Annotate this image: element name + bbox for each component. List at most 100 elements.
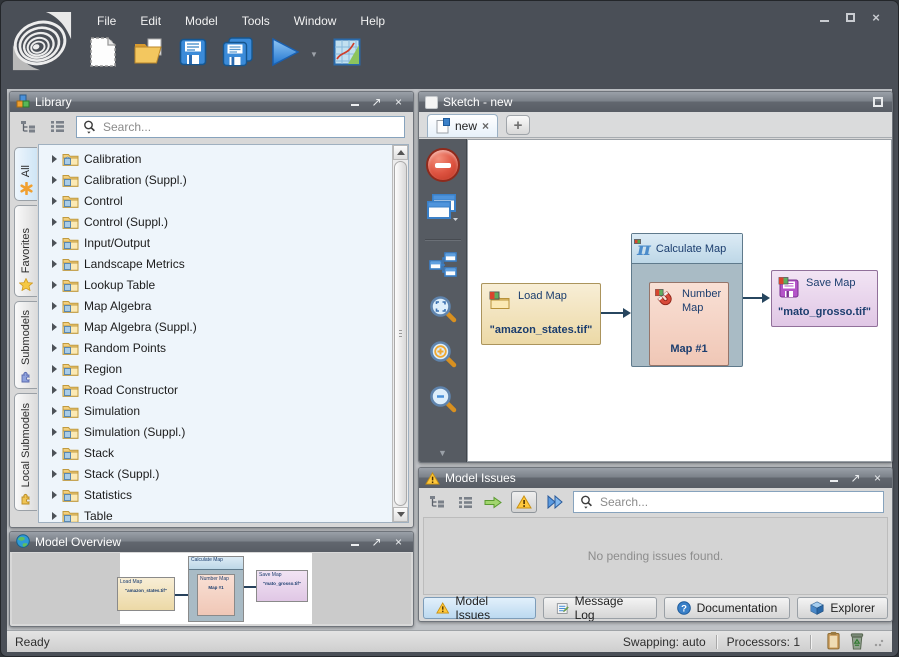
menu-window[interactable]: Window <box>282 11 349 31</box>
expander-icon[interactable] <box>52 512 57 520</box>
tree-item[interactable]: Table <box>39 505 392 522</box>
tools-overflow-caret[interactable]: ▼ <box>438 448 447 458</box>
model-overview-canvas[interactable]: Load Map "amazon_states.tif" Calculate M… <box>12 553 411 624</box>
remove-functor-button[interactable] <box>426 148 460 182</box>
save-map-node[interactable]: Save Map "mato_grosso.tif" <box>771 270 878 327</box>
tree-item[interactable]: Region <box>39 358 392 379</box>
menu-model[interactable]: Model <box>173 11 230 31</box>
map-viewer-button[interactable] <box>333 38 361 71</box>
tab-local-submodels[interactable]: Local Submodels <box>14 393 37 511</box>
scrollbar-thumb[interactable] <box>394 161 407 506</box>
list-view-button[interactable] <box>47 117 67 137</box>
tab-documentation[interactable]: ? Documentation <box>664 597 791 619</box>
auto-arrange-button[interactable] <box>429 252 457 283</box>
expander-icon[interactable] <box>52 428 57 436</box>
expander-icon[interactable] <box>52 407 57 415</box>
tab-close-icon[interactable]: × <box>482 119 489 133</box>
tree-item[interactable]: Simulation <box>39 400 392 421</box>
tree-view-button[interactable] <box>18 117 38 137</box>
issues-float-button[interactable]: ↗ <box>847 471 864 486</box>
show-warnings-toggle[interactable] <box>511 491 537 513</box>
menu-file[interactable]: File <box>85 11 128 31</box>
scroll-down-icon[interactable] <box>393 507 408 522</box>
load-map-node[interactable]: Load Map "amazon_states.tif" <box>481 283 601 345</box>
expander-icon[interactable] <box>52 470 57 478</box>
expander-icon[interactable] <box>52 155 57 163</box>
run-model-button[interactable] <box>269 36 301 73</box>
tab-model-issues[interactable]: Model Issues <box>423 597 536 619</box>
expander-icon[interactable] <box>52 344 57 352</box>
log-clipboard-button[interactable] <box>826 631 841 653</box>
tree-item[interactable]: Stack (Suppl.) <box>39 463 392 484</box>
model-issues-titlebar[interactable]: Model Issues ↗ × <box>419 468 892 488</box>
tree-item[interactable]: Road Constructor <box>39 379 392 400</box>
expander-icon[interactable] <box>52 449 57 457</box>
tree-item[interactable]: Stack <box>39 442 392 463</box>
expander-icon[interactable] <box>52 260 57 268</box>
library-float-button[interactable]: ↗ <box>368 95 385 110</box>
menu-help[interactable]: Help <box>348 11 397 31</box>
tab-message-log[interactable]: Message Log <box>543 597 656 619</box>
issues-search-input[interactable] <box>598 494 877 510</box>
tab-explorer[interactable]: Explorer <box>797 597 888 619</box>
issues-minimize-button[interactable] <box>825 471 842 486</box>
library-close-button[interactable]: × <box>390 95 407 110</box>
save-all-button[interactable] <box>222 37 254 72</box>
sketch-titlebar[interactable]: Sketch - new <box>419 92 892 112</box>
overview-float-button[interactable]: ↗ <box>368 535 385 550</box>
zoom-out-button[interactable] <box>429 385 457 418</box>
calculate-map-container[interactable]: π Calculate Map <box>631 233 743 367</box>
expander-icon[interactable] <box>52 386 57 394</box>
tab-new-model[interactable]: new × <box>427 114 498 137</box>
menu-edit[interactable]: Edit <box>128 11 173 31</box>
tree-item[interactable]: Statistics <box>39 484 392 505</box>
library-minimize-button[interactable] <box>346 95 363 110</box>
zoom-fit-button[interactable] <box>429 295 457 328</box>
save-button[interactable] <box>179 38 207 71</box>
tree-item[interactable]: Calibration (Suppl.) <box>39 169 392 190</box>
cascade-windows-button[interactable] <box>427 194 459 227</box>
resize-grip[interactable] <box>874 637 884 647</box>
new-tab-button[interactable]: + <box>506 115 530 135</box>
tab-favorites[interactable]: Favorites <box>14 205 37 297</box>
tab-submodels[interactable]: Submodels <box>14 301 37 389</box>
overview-minimize-button[interactable] <box>346 535 363 550</box>
scroll-up-icon[interactable] <box>393 145 408 160</box>
overview-close-button[interactable]: × <box>390 535 407 550</box>
tree-item[interactable]: Landscape Metrics <box>39 253 392 274</box>
tree-item[interactable]: Map Algebra (Suppl.) <box>39 316 392 337</box>
expander-icon[interactable] <box>52 197 57 205</box>
window-close-button[interactable]: × <box>868 9 884 25</box>
expander-icon[interactable] <box>52 218 57 226</box>
issues-tree-view-button[interactable] <box>427 492 447 512</box>
expander-icon[interactable] <box>52 281 57 289</box>
garbage-collect-button[interactable] <box>849 631 865 653</box>
library-scrollbar[interactable] <box>392 145 408 522</box>
library-titlebar[interactable]: Library ↗ × <box>10 92 413 112</box>
zoom-in-button[interactable] <box>429 340 457 373</box>
issues-close-button[interactable]: × <box>869 471 886 486</box>
expander-icon[interactable] <box>52 239 57 247</box>
tree-item[interactable]: Random Points <box>39 337 392 358</box>
tab-all[interactable]: All <box>14 147 37 201</box>
menu-tools[interactable]: Tools <box>230 11 282 31</box>
issues-list-view-button[interactable] <box>455 492 475 512</box>
tree-item[interactable]: Calibration <box>39 148 392 169</box>
window-minimize-button[interactable] <box>816 9 832 25</box>
new-model-button[interactable] <box>89 36 117 73</box>
model-overview-titlebar[interactable]: Model Overview ↗ × <box>10 532 413 552</box>
expander-icon[interactable] <box>52 302 57 310</box>
tree-item[interactable]: Simulation (Suppl.) <box>39 421 392 442</box>
expander-icon[interactable] <box>52 323 57 331</box>
expander-icon[interactable] <box>52 491 57 499</box>
expander-icon[interactable] <box>52 365 57 373</box>
open-model-button[interactable] <box>132 37 164 72</box>
tree-item[interactable]: Map Algebra <box>39 295 392 316</box>
validate-model-button[interactable] <box>545 492 565 512</box>
goto-issue-button[interactable] <box>483 492 503 512</box>
expander-icon[interactable] <box>52 176 57 184</box>
sketch-maximize-button[interactable] <box>869 95 886 110</box>
library-search-input[interactable] <box>101 119 398 135</box>
number-map-node[interactable]: Number Map Map #1 <box>649 282 729 366</box>
tree-item[interactable]: Input/Output <box>39 232 392 253</box>
